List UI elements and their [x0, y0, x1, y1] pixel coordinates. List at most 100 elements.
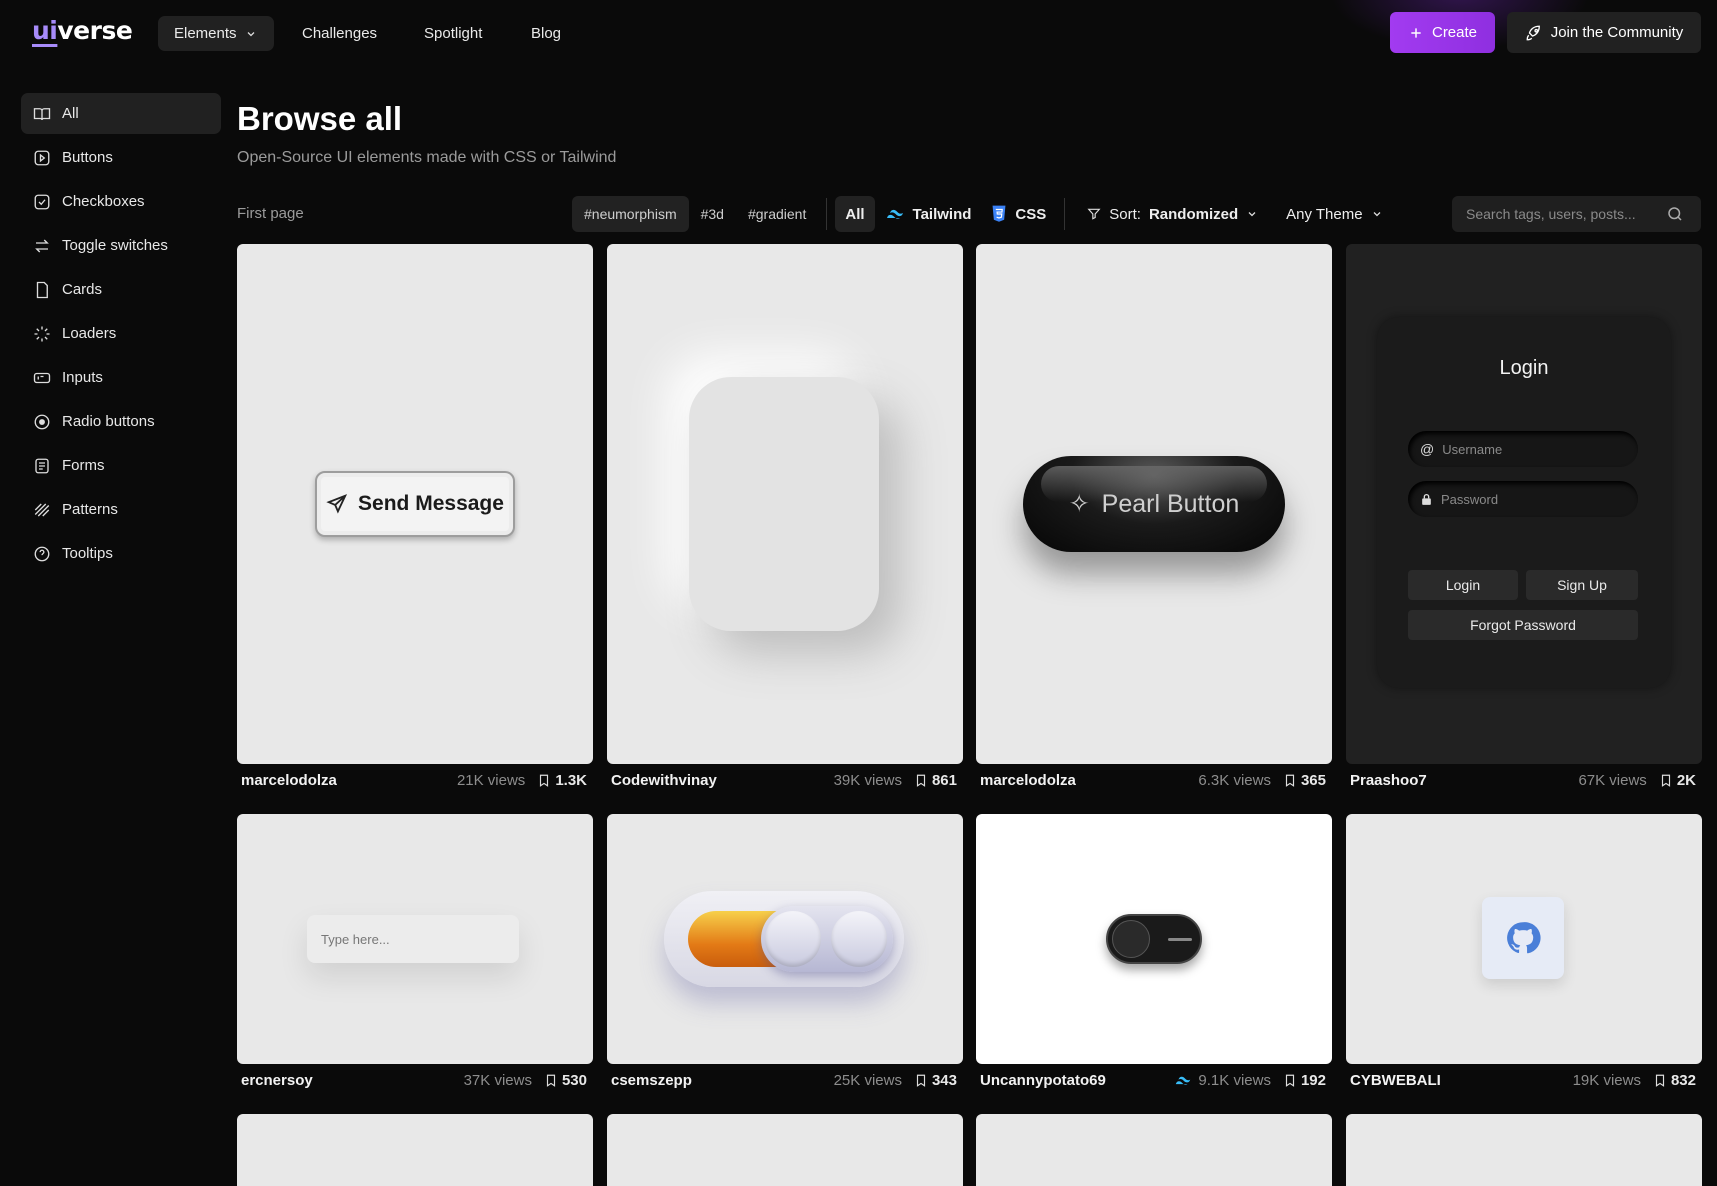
- card-saves[interactable]: 192: [1283, 1072, 1332, 1089]
- card-saves[interactable]: 343: [914, 1072, 963, 1089]
- join-label: Join the Community: [1550, 24, 1684, 41]
- tag-3d[interactable]: #3d: [689, 196, 736, 232]
- logo[interactable]: uiverse: [32, 16, 133, 45]
- search-icon[interactable]: [1666, 205, 1684, 223]
- toggle-knob: [831, 911, 887, 967]
- bookmark-icon: [546, 1074, 556, 1087]
- dark-switch[interactable]: [1106, 914, 1202, 964]
- sidebar-item-checkboxes[interactable]: Checkboxes: [21, 181, 221, 222]
- first-page-label: First page: [237, 205, 304, 222]
- card-views-count: 9.1K views: [1198, 1071, 1271, 1089]
- card-views: 6.3K views: [1198, 771, 1271, 789]
- chevron-down-icon: [1373, 212, 1381, 217]
- forgot-password-button[interactable]: Forgot Password: [1408, 610, 1638, 640]
- card-saves[interactable]: 1.3K: [537, 772, 593, 789]
- card-saves-count: 343: [931, 1071, 957, 1089]
- sidebar-item-label: Buttons: [62, 149, 113, 166]
- sign-up-button[interactable]: Sign Up: [1526, 570, 1638, 600]
- card-login-form[interactable]: Login @ Login Sign Up Forgot Password: [1346, 244, 1702, 764]
- card-partial[interactable]: [1346, 1114, 1702, 1186]
- search-input[interactable]: [1466, 206, 1666, 222]
- card-github-button[interactable]: [1346, 814, 1702, 1064]
- card-author[interactable]: ercnersoy: [237, 1072, 464, 1089]
- nav-blog-label: Blog: [531, 25, 562, 42]
- card-author[interactable]: Uncannypotato69: [976, 1072, 1174, 1089]
- nav-challenges-label: Challenges: [302, 25, 378, 42]
- page-title: Browse all: [237, 100, 403, 137]
- sidebar-item-inputs[interactable]: Inputs: [21, 357, 221, 398]
- type-here-input[interactable]: [321, 931, 501, 947]
- pearl-button-label: Pearl Button: [1101, 489, 1240, 518]
- framework-all-label: All: [845, 205, 865, 223]
- card-author[interactable]: marcelodolza: [237, 772, 457, 789]
- card-partial[interactable]: [976, 1114, 1332, 1186]
- sidebar-item-buttons[interactable]: Buttons: [21, 137, 221, 178]
- sidebar-item-toggle-switches[interactable]: Toggle switches: [21, 225, 221, 266]
- card-pearl-button[interactable]: ✧ Pearl Button: [976, 244, 1332, 764]
- card-views: 21K views: [456, 771, 526, 789]
- card-meta: Codewithvinay 39K views 861: [607, 770, 963, 790]
- card-author[interactable]: CYBWEBALI: [1346, 1072, 1573, 1089]
- at-icon: @: [1420, 441, 1435, 457]
- sort-dropdown[interactable]: Sort: Randomized: [1073, 206, 1272, 223]
- sidebar-item-label: Cards: [62, 281, 103, 298]
- nav-elements-dropdown[interactable]: Elements: [158, 16, 274, 51]
- sidebar-item-cards[interactable]: Cards: [21, 269, 221, 310]
- card-author[interactable]: csemszepp: [607, 1072, 834, 1089]
- type-here-field: [307, 915, 519, 963]
- sidebar-item-label: Tooltips: [62, 545, 113, 562]
- card-text-input[interactable]: [237, 814, 593, 1064]
- sidebar-item-loaders[interactable]: Loaders: [21, 313, 221, 354]
- send-message-button[interactable]: Send Message: [315, 471, 515, 537]
- card-meta: Praashoo7 67K views 2K: [1346, 770, 1702, 790]
- sidebar-item-forms[interactable]: Forms: [21, 445, 221, 486]
- card-saves[interactable]: 2K: [1659, 772, 1702, 789]
- framework-css[interactable]: CSS: [981, 196, 1056, 232]
- toggle-knob-housing: [761, 906, 893, 972]
- card-saves[interactable]: 832: [1653, 1072, 1702, 1089]
- framework-tailwind[interactable]: Tailwind: [875, 196, 982, 232]
- card-dark-switch[interactable]: [976, 814, 1332, 1064]
- join-community-button[interactable]: Join the Community: [1507, 12, 1701, 53]
- card-author[interactable]: marcelodolza: [976, 772, 1198, 789]
- switch-knob: [1112, 920, 1150, 958]
- sidebar-item-all[interactable]: All: [21, 93, 221, 134]
- card-saves[interactable]: 530: [544, 1072, 593, 1089]
- sidebar-item-patterns[interactable]: Patterns: [21, 489, 221, 530]
- login-button[interactable]: Login: [1408, 570, 1518, 600]
- sidebar-item-label: Loaders: [62, 325, 117, 342]
- sidebar-item-tooltips[interactable]: Tooltips: [21, 533, 221, 574]
- filter-bar: #neumorphism #3d #gradient All Tailwind …: [572, 196, 1397, 232]
- card-partial[interactable]: [607, 1114, 963, 1186]
- toggle-3d[interactable]: [664, 891, 904, 987]
- nav-blog[interactable]: Blog: [531, 16, 561, 51]
- nav-spotlight[interactable]: Spotlight: [424, 16, 482, 51]
- password-input[interactable]: [1441, 491, 1621, 507]
- bookmark-icon: [1661, 774, 1670, 787]
- github-icon: [1507, 922, 1541, 954]
- card-3d-toggle[interactable]: [607, 814, 963, 1064]
- card-saves[interactable]: 861: [914, 772, 963, 789]
- card-send-message[interactable]: Send Message: [237, 244, 593, 764]
- send-icon: [326, 494, 348, 514]
- card-saves[interactable]: 365: [1283, 772, 1332, 789]
- create-button[interactable]: Create: [1390, 12, 1495, 53]
- nav-challenges[interactable]: Challenges: [302, 16, 377, 51]
- sidebar: All Buttons Checkboxes Toggle switches C…: [21, 93, 221, 577]
- sidebar-item-radio-buttons[interactable]: Radio buttons: [21, 401, 221, 442]
- theme-dropdown[interactable]: Any Theme: [1272, 206, 1396, 223]
- tag-neumorphism[interactable]: #neumorphism: [572, 196, 689, 232]
- card-partial[interactable]: [237, 1114, 593, 1186]
- logo-ui: ui: [32, 16, 58, 45]
- card-neumorphism[interactable]: [607, 244, 963, 764]
- github-button[interactable]: [1482, 897, 1564, 979]
- card-views: 37K views: [463, 1071, 532, 1089]
- framework-all[interactable]: All: [835, 196, 875, 232]
- loader-icon: [33, 325, 51, 343]
- tag-gradient[interactable]: #gradient: [736, 196, 818, 232]
- bookmark-icon: [1285, 774, 1295, 787]
- card-author[interactable]: Praashoo7: [1346, 772, 1578, 789]
- card-author[interactable]: Codewithvinay: [607, 772, 834, 789]
- username-input[interactable]: [1442, 441, 1623, 457]
- pearl-button[interactable]: ✧ Pearl Button: [1023, 456, 1285, 552]
